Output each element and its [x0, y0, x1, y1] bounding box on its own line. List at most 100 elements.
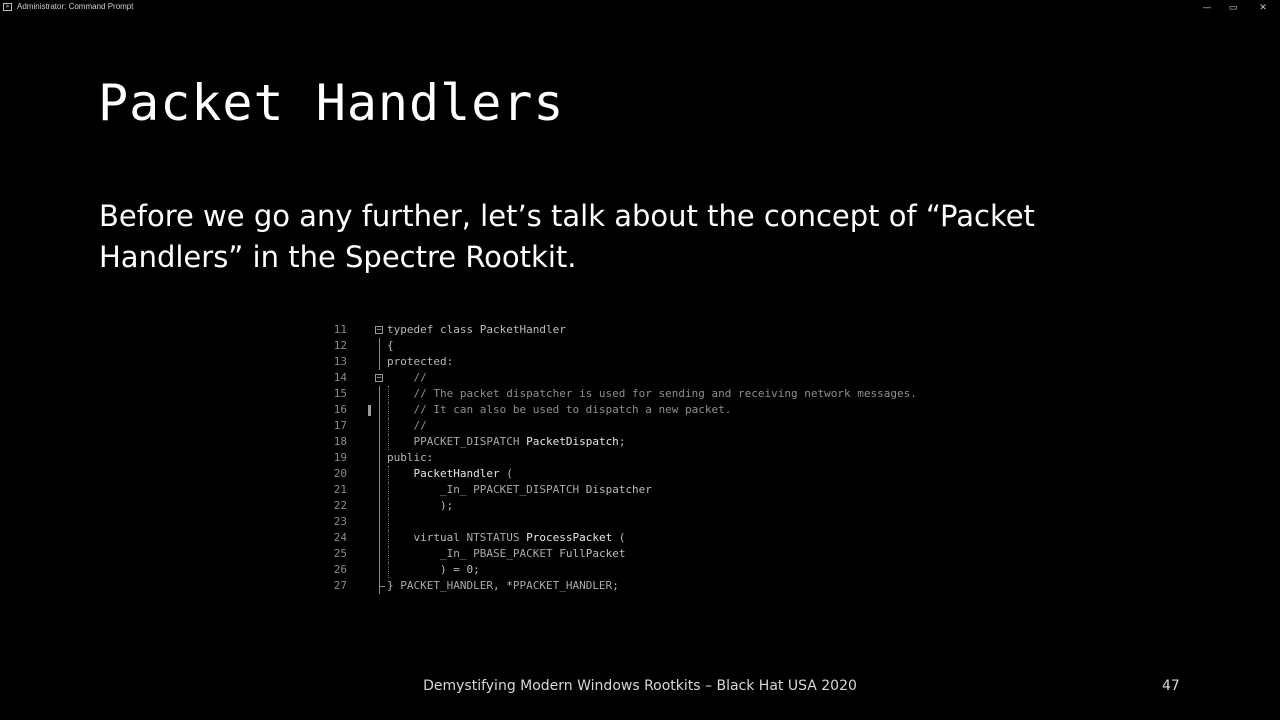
- slide-page-number: 47: [1162, 678, 1180, 694]
- code-text: PPACKET_DISPATCH PacketDispatch;: [387, 434, 626, 450]
- code-token: FullPacket: [552, 547, 626, 560]
- code-token: class: [439, 323, 474, 336]
- code-token: PacketDispatch: [526, 435, 619, 448]
- code-token: PPACKET_HANDLER: [512, 579, 613, 592]
- code-text: public:: [387, 450, 433, 466]
- code-token: :: [446, 355, 454, 368]
- code-token: PACKET_HANDLER: [400, 579, 493, 592]
- outline-guide: [379, 530, 380, 546]
- code-line: 21 _In_ PPACKET_DISPATCH Dispatcher: [325, 482, 965, 498]
- line-number: 18: [333, 435, 347, 448]
- code-text: {: [387, 338, 394, 354]
- code-line: 14 − //: [325, 370, 965, 386]
- code-line: 24 virtual NTSTATUS ProcessPacket (: [325, 530, 965, 546]
- line-number: 21: [333, 483, 347, 496]
- outline-guide: [379, 434, 380, 450]
- line-number: 12: [333, 339, 347, 352]
- code-token: PPACKET_DISPATCH: [473, 483, 580, 496]
- code-line: 20 PacketHandler (: [325, 466, 965, 482]
- code-line: 16 // It can also be used to dispatch a …: [325, 402, 965, 418]
- code-text: _In_ PBASE_PACKET FullPacket: [387, 546, 625, 562]
- outline-guide: [379, 514, 380, 530]
- code-token: (: [612, 531, 626, 544]
- code-line: 22 );: [325, 498, 965, 514]
- code-line: 26 ) = 0;: [325, 562, 965, 578]
- code-text: // The packet dispatcher is used for sen…: [387, 386, 917, 402]
- code-text: PacketHandler (: [387, 466, 513, 482]
- code-token: PacketHandler: [473, 323, 566, 336]
- line-number: 25: [333, 547, 347, 560]
- outline-guide: [379, 546, 380, 562]
- code-line: 19 public:: [325, 450, 965, 466]
- slide-title: Packet Handlers: [98, 74, 565, 132]
- code-text: //: [387, 370, 427, 386]
- line-number: 27: [333, 579, 347, 592]
- outline-guide: [379, 498, 380, 514]
- code-text: );: [387, 498, 453, 514]
- collapse-icon[interactable]: −: [375, 326, 383, 334]
- cmd-icon: >: [3, 3, 12, 11]
- outline-guide: [379, 354, 380, 370]
- code-text: virtual NTSTATUS ProcessPacket (: [387, 530, 626, 546]
- outline-guide: [379, 578, 385, 594]
- code-line: 23: [325, 514, 965, 530]
- code-text: //: [387, 418, 427, 434]
- code-token: , *: [492, 579, 513, 592]
- code-token: ;: [618, 435, 626, 448]
- line-number: 17: [333, 419, 347, 432]
- minimize-button[interactable]: —: [1194, 0, 1220, 16]
- code-line: 17 //: [325, 418, 965, 434]
- code-token: {: [387, 339, 394, 352]
- maximize-button[interactable]: ▭: [1220, 0, 1246, 16]
- change-marker: [368, 405, 371, 416]
- code-token: (: [499, 467, 513, 480]
- code-token: _In_: [439, 547, 467, 560]
- line-number: 19: [333, 451, 347, 464]
- outline-guide: [379, 562, 380, 578]
- close-button[interactable]: ✕: [1250, 0, 1276, 16]
- code-token: protected: [387, 355, 447, 368]
- code-token: NTSTATUS: [466, 531, 520, 544]
- code-listing: 11− typedef class PacketHandler 12{13 prote…: [325, 322, 965, 594]
- line-number: 13: [333, 355, 347, 368]
- code-text: typedef class PacketHandler: [387, 322, 566, 338]
- line-number: 24: [333, 531, 347, 544]
- code-text: _In_ PPACKET_DISPATCH Dispatcher: [387, 482, 652, 498]
- code-text: } PACKET_HANDLER, *PPACKET_HANDLER;: [387, 578, 619, 594]
- code-line: 18 PPACKET_DISPATCH PacketDispatch;: [325, 434, 965, 450]
- outline-guide: [379, 466, 380, 482]
- code-token: public: [387, 451, 427, 464]
- code-token: :: [426, 451, 434, 464]
- collapse-icon[interactable]: −: [375, 374, 383, 382]
- line-number: 14: [333, 371, 347, 384]
- line-number: 16: [333, 403, 347, 416]
- footer-text: Demystifying Modern Windows Rootkits – B…: [423, 678, 857, 694]
- code-token: ) = 0;: [387, 563, 480, 576]
- code-token: PPACKET_DISPATCH: [413, 435, 520, 448]
- outline-guide: [379, 338, 380, 354]
- outline-guide: [379, 482, 380, 498]
- code-text: protected:: [387, 354, 453, 370]
- code-token: //: [413, 419, 427, 432]
- code-line: 15 // The packet dispatcher is used for …: [325, 386, 965, 402]
- code-line: 13 protected:: [325, 354, 965, 370]
- window-title: Administrator: Command Prompt: [17, 2, 134, 11]
- line-number: 22: [333, 499, 347, 512]
- code-line: 27 } PACKET_HANDLER, *PPACKET_HANDLER;: [325, 578, 965, 594]
- slide-footer: Demystifying Modern Windows Rootkits – B…: [0, 678, 1280, 694]
- code-token: _In_: [439, 483, 467, 496]
- slide-body-text: Before we go any further, let’s talk abo…: [99, 199, 1035, 274]
- window-title-bar[interactable]: > Administrator: Command Prompt — ▭ ✕: [0, 0, 1280, 16]
- line-number: 26: [333, 563, 347, 576]
- code-token: }: [387, 579, 401, 592]
- outline-guide: [379, 418, 380, 434]
- outline-guide: [379, 402, 380, 418]
